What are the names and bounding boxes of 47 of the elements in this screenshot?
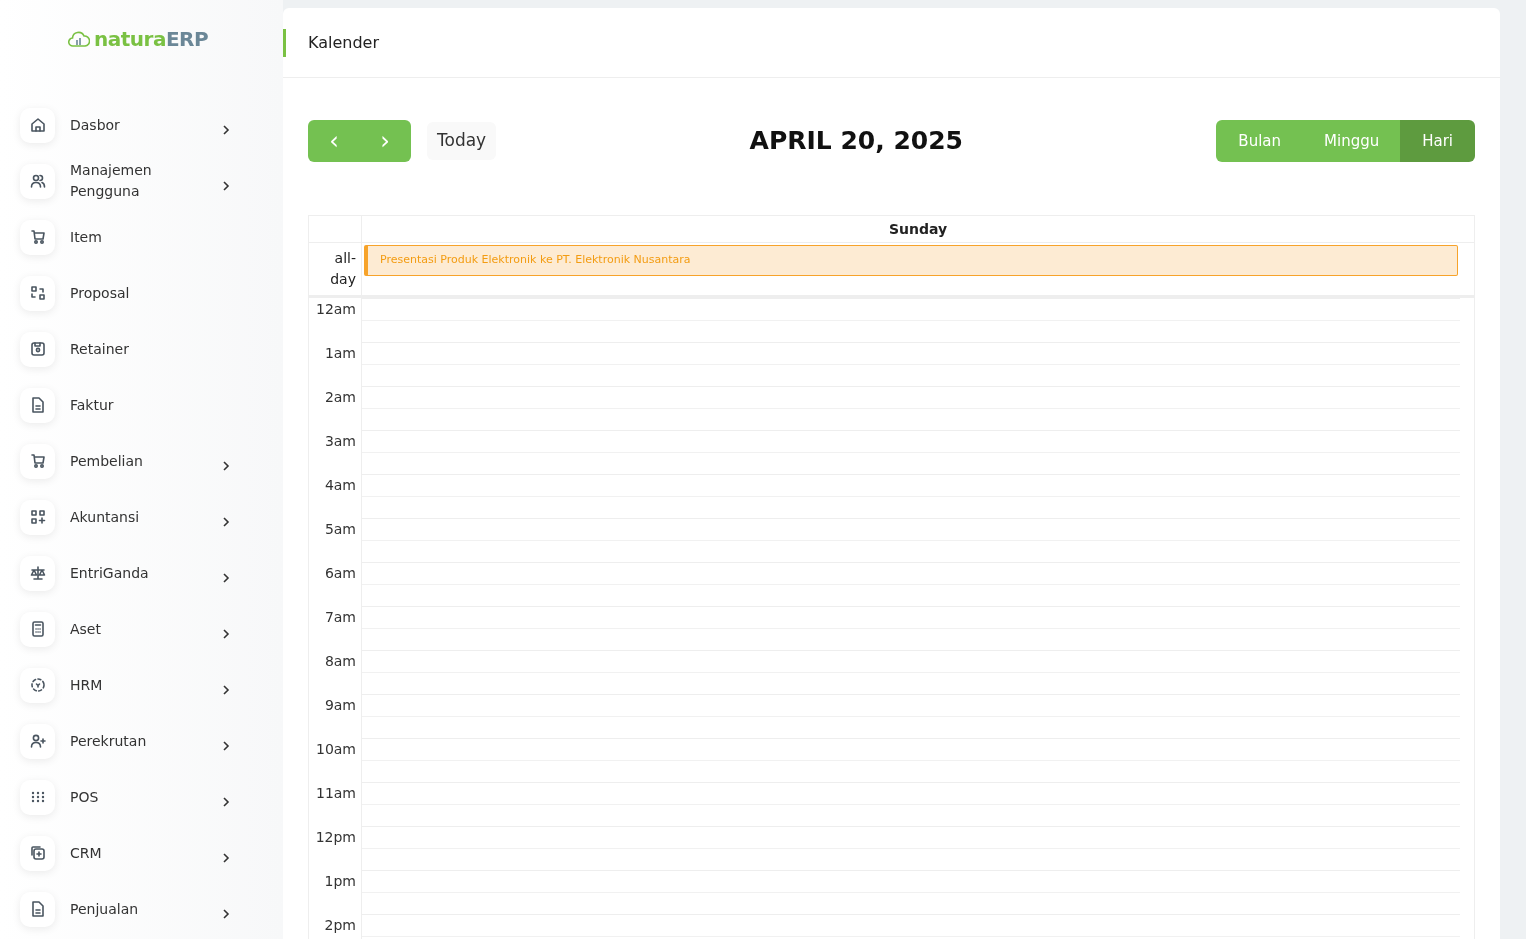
day-header: Sunday	[888, 221, 948, 237]
users-icon	[28, 172, 47, 190]
dashed-circle-icon	[28, 676, 47, 694]
time-label: 3am	[324, 433, 356, 449]
time-label: 2pm	[324, 917, 356, 933]
balance-scale-icon	[28, 564, 47, 582]
time-label: 12am	[315, 301, 356, 317]
time-label: 6am	[324, 565, 356, 581]
time-label: 8am	[324, 653, 356, 669]
sidebar-item[interactable]: Pembelian	[20, 438, 230, 484]
time-label: 5am	[324, 521, 356, 537]
user-plus-icon	[28, 732, 47, 750]
sidebar-item[interactable]: POS	[20, 774, 230, 820]
sidebar-item[interactable]: Akuntansi	[20, 494, 230, 540]
sidebar-item[interactable]: Proposal	[20, 270, 230, 316]
sidebar-item[interactable]: CRM	[20, 830, 230, 876]
page-title: Kalender	[283, 28, 380, 57]
time-label: 7am	[324, 609, 356, 625]
time-label: 10am	[315, 741, 356, 757]
sidebar-item[interactable]: Penjualan	[20, 886, 230, 932]
swap-icon	[28, 284, 47, 302]
copy-icon	[28, 844, 47, 862]
sidebar-item[interactable]: Perekrutan	[20, 718, 230, 764]
time-label: 1pm	[324, 873, 356, 889]
all-day-label: all-day	[329, 249, 356, 289]
grid-plus-icon	[28, 508, 47, 526]
sidebar-item[interactable]: HRM	[20, 662, 230, 708]
today-button[interactable]: Today	[427, 122, 497, 160]
sidebar-item[interactable]: Dasbor	[20, 102, 230, 148]
date-title: APRIL 20, 2025	[749, 126, 963, 156]
sidebar-item[interactable]: Retainer	[20, 326, 230, 372]
sidebar-item[interactable]: EntriGanda	[20, 550, 230, 596]
cart-icon	[28, 228, 47, 246]
cart-icon	[28, 452, 47, 470]
time-label: 2am	[324, 389, 356, 405]
time-label: 11am	[315, 785, 356, 801]
cloud-chart-icon	[68, 31, 90, 47]
sidebar-item[interactable]: Item	[20, 214, 230, 260]
home-icon	[28, 116, 47, 134]
time-label: 9am	[324, 697, 356, 713]
logo-text: naturaERP	[94, 26, 209, 53]
time-label: 4am	[324, 477, 356, 493]
time-label: 12pm	[315, 829, 356, 845]
sidebar-item[interactable]: Faktur	[20, 382, 230, 428]
sidebar-item[interactable]: Manajemen Pengguna	[20, 158, 230, 204]
sidebar-item[interactable]: Aset	[20, 606, 230, 652]
time-label: 1am	[324, 345, 356, 361]
